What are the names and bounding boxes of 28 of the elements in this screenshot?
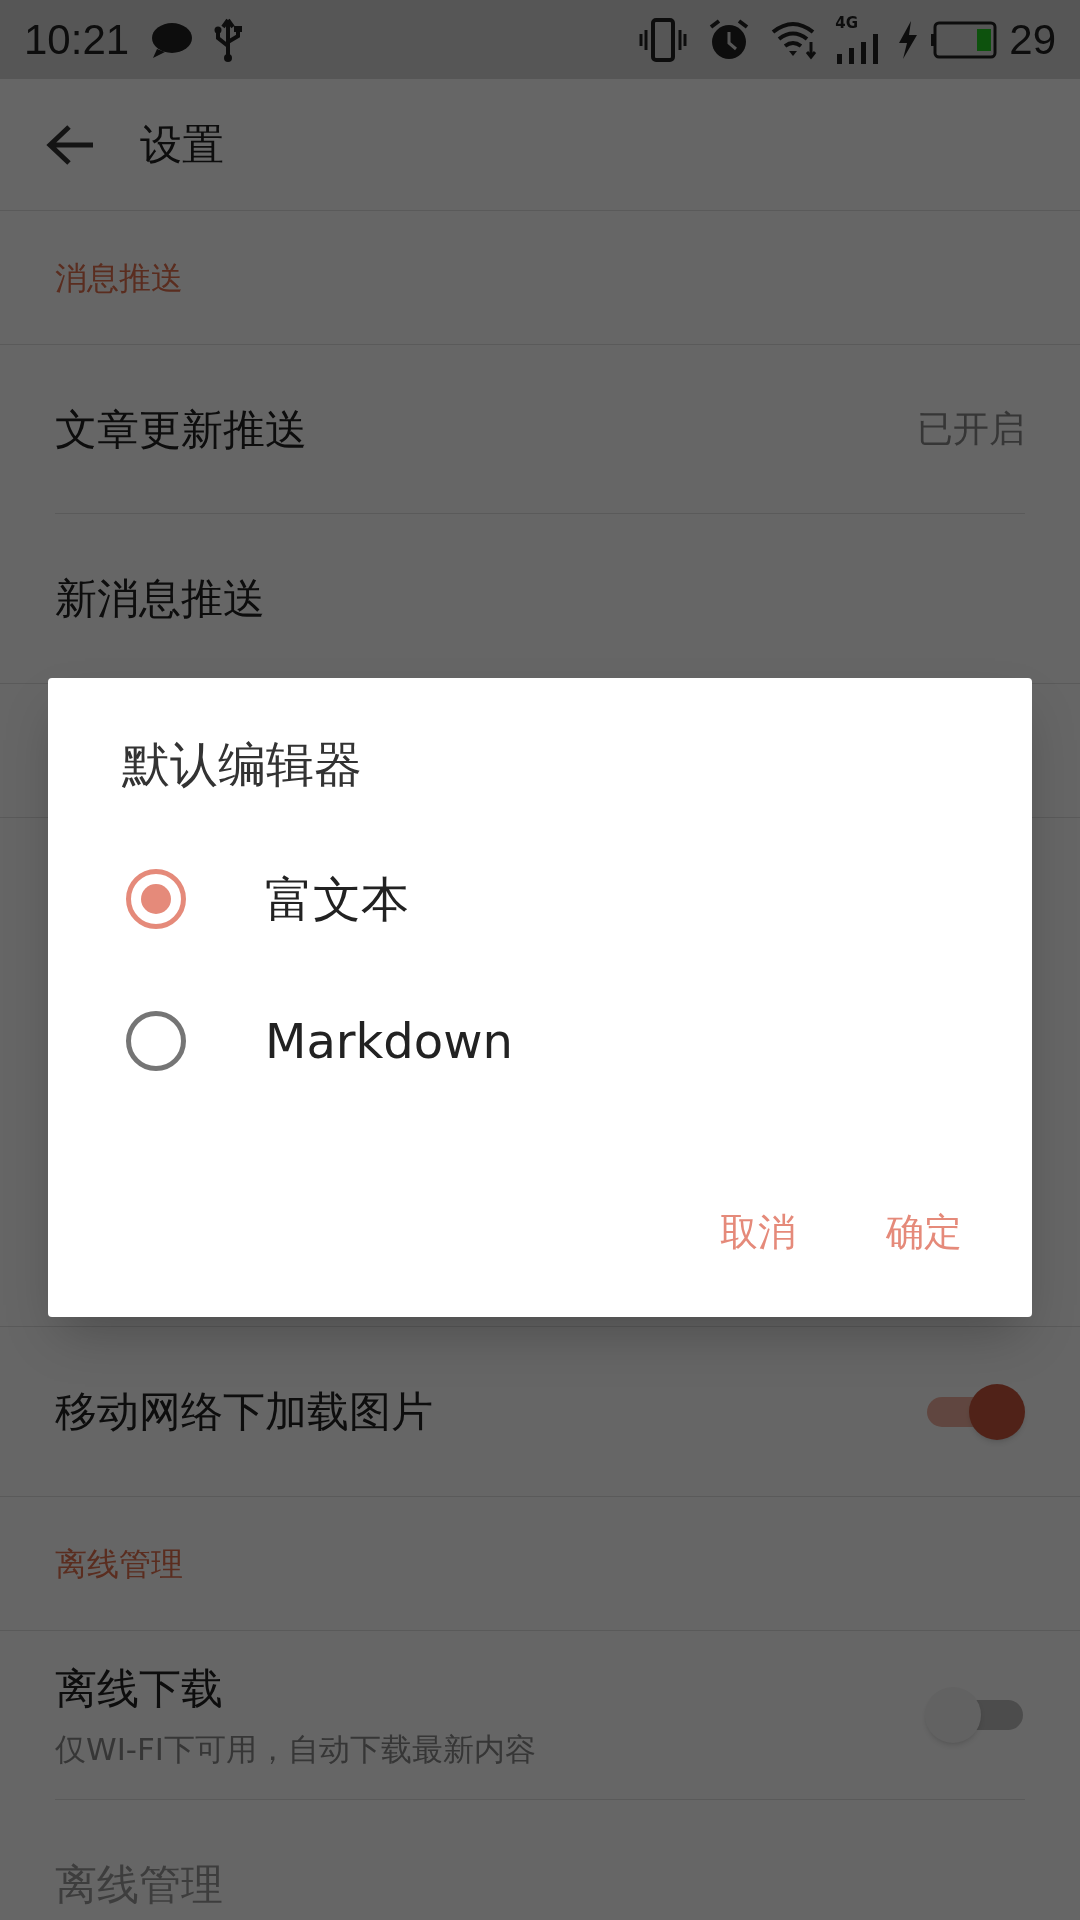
section-header: 消息推送 [55,257,183,299]
radio-button[interactable] [126,1011,186,1071]
battery-icon [931,20,998,59]
row-title: 移动网络下加载图片 [55,1386,434,1438]
dialog-button[interactable]: 取消 [690,1190,826,1275]
alarm-clock-icon [709,18,750,61]
battery-percentage: 29 [1009,15,1056,65]
radio-button[interactable] [126,869,186,929]
settings-row[interactable]: 移动网络下加载图片 [55,1327,1025,1496]
back-arrow-icon [45,122,95,167]
dialog-title: 默认编辑器 [122,740,362,788]
chat-bubble-icon [151,20,194,59]
radio-option[interactable]: 富文本 [48,828,1032,970]
radio-option[interactable]: Markdown [48,970,1032,1112]
page-title: 设置 [140,119,224,171]
toggle-switch[interactable] [925,1685,1025,1745]
row-title: 离线下载 [55,1663,224,1716]
section-header: 离线管理 [55,1543,183,1585]
wifi-icon [771,19,818,60]
option-label: 富文本 [265,870,409,929]
row-title: 新消息推送 [55,573,266,625]
charging-bolt-icon [897,20,920,59]
usb-icon [213,17,244,62]
status-time: 10:21 [24,15,130,65]
vibrate-icon [639,17,688,62]
option-label: Markdown [265,1012,513,1071]
row-title: 文章更新推送 [55,403,308,456]
dialog-button[interactable]: 确定 [856,1190,992,1275]
